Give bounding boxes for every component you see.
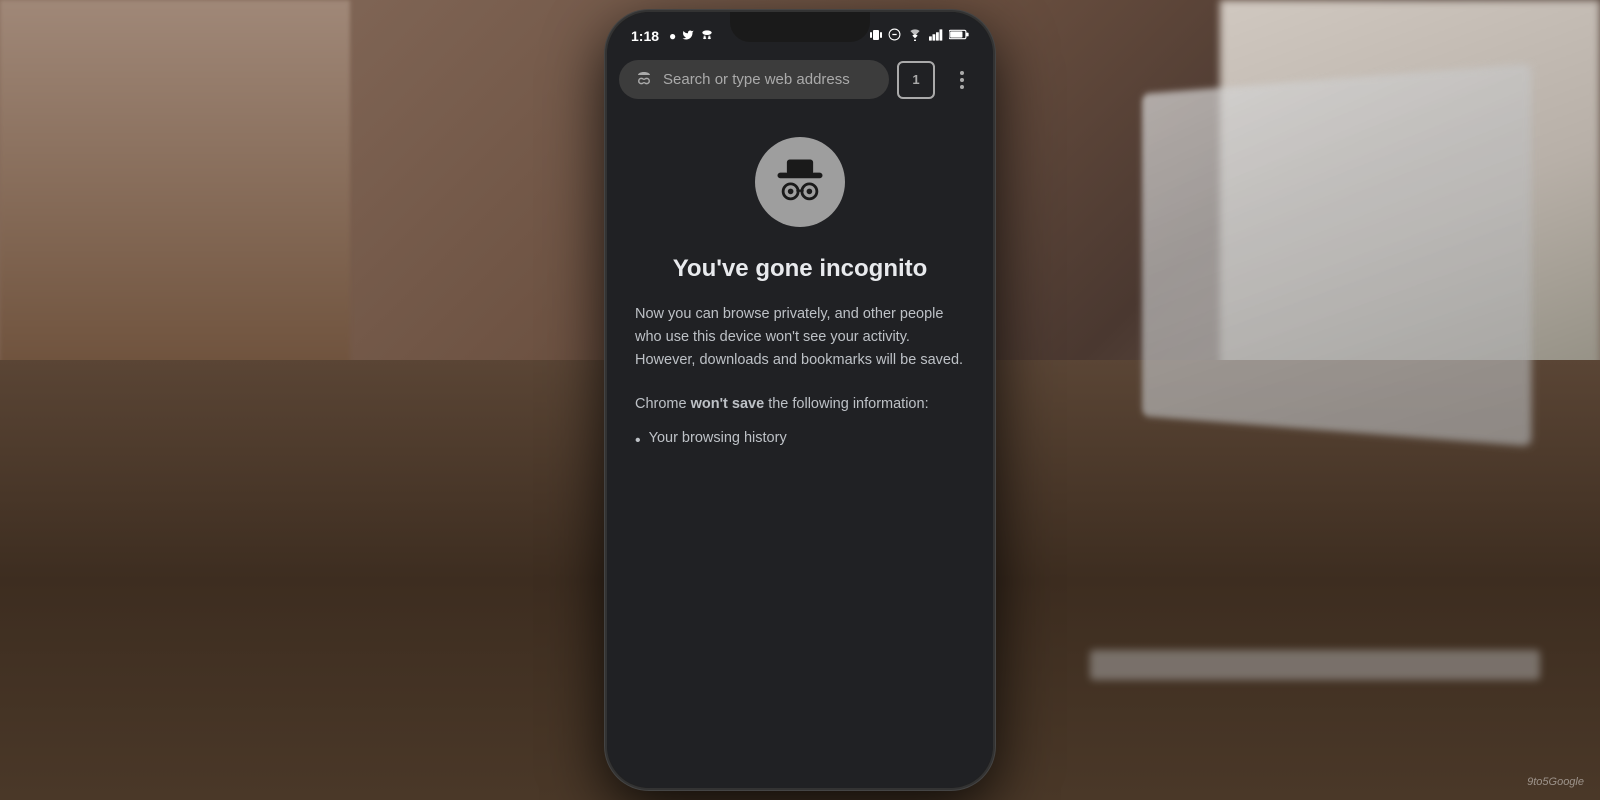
incognito-list: • Your browsing history (635, 424, 965, 452)
status-right (870, 28, 969, 45)
browser-toolbar: Search or type web address 1 (607, 52, 993, 107)
tab-count-button[interactable]: 1 (897, 61, 935, 99)
laptop-base (1090, 650, 1540, 680)
save-info-rest: the following information: (764, 396, 928, 412)
more-dot-3 (960, 85, 964, 89)
wont-save-label: won't save (691, 396, 765, 412)
status-time: 1:18 (631, 28, 659, 44)
list-item-text: Your browsing history (649, 430, 787, 446)
notch (730, 12, 870, 42)
incognito-save-info: Chrome won't save the following informat… (635, 393, 965, 416)
laptop (1142, 63, 1531, 446)
more-dot-2 (960, 78, 964, 82)
watermark: 9to5Google (1527, 776, 1584, 788)
chrome-label: Chrome (635, 396, 687, 412)
phone: 1:18 ● (605, 10, 995, 790)
incognito-icon (770, 152, 830, 212)
tab-count-label: 1 (912, 72, 919, 87)
address-bar[interactable]: Search or type web address (619, 60, 889, 99)
wifi-icon (907, 29, 923, 44)
address-bar-placeholder: Search or type web address (663, 71, 873, 88)
signal-icon (929, 29, 943, 44)
battery-icon (949, 29, 969, 43)
vibrate-icon (870, 28, 882, 45)
scene: 1:18 ● (0, 0, 1600, 800)
incognito-icon-circle (755, 137, 845, 227)
address-bar-incognito-icon (635, 70, 653, 89)
spotify-icon: ● (669, 29, 676, 43)
dnd-icon (888, 28, 901, 44)
incognito-content: You've gone incognito Now you can browse… (607, 107, 993, 472)
incognito-title: You've gone incognito (673, 255, 928, 283)
list-item: • Your browsing history (635, 430, 965, 452)
phone-body: 1:18 ● (605, 10, 995, 790)
twitter-icon (682, 29, 694, 44)
list-bullet: • (635, 430, 641, 452)
incognito-description: Now you can browse privately, and other … (635, 303, 965, 373)
status-left: 1:18 ● (631, 28, 714, 44)
more-dot-1 (960, 71, 964, 75)
screen: 1:18 ● (607, 12, 993, 788)
incognito-status-icon (700, 29, 714, 44)
status-app-icons: ● (669, 29, 714, 44)
more-menu-button[interactable] (943, 61, 981, 99)
